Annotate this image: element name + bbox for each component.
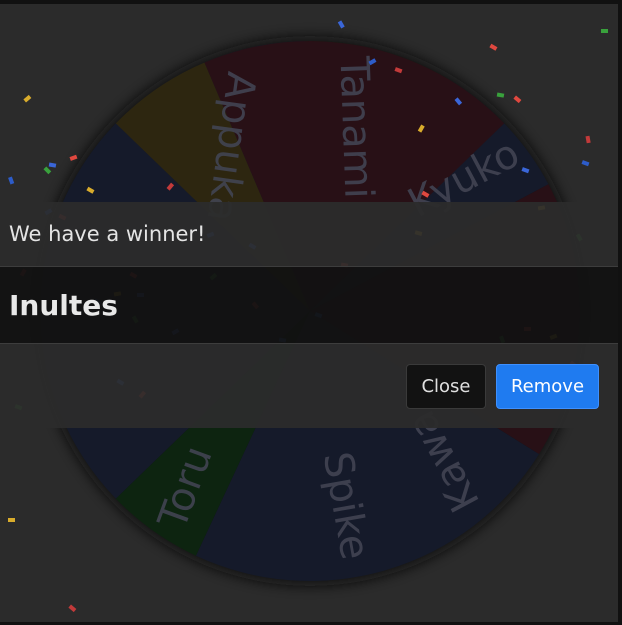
- confetti-piece: [421, 190, 430, 198]
- confetti-piece: [585, 135, 591, 144]
- dialog-header: We have a winner!: [0, 202, 618, 267]
- confetti-piece: [48, 162, 57, 168]
- close-button[interactable]: Close: [406, 364, 486, 409]
- confetti-piece: [513, 95, 522, 104]
- confetti-piece: [489, 43, 498, 51]
- confetti-piece: [43, 166, 52, 175]
- confetti-piece: [394, 67, 403, 74]
- confetti-piece: [337, 20, 345, 29]
- confetti-piece: [8, 176, 15, 185]
- confetti-piece: [8, 518, 15, 522]
- dialog-body: Inultes: [0, 267, 618, 344]
- confetti-piece: [166, 182, 175, 191]
- confetti-piece: [496, 92, 505, 98]
- dialog-footer: Close Remove: [0, 344, 618, 428]
- confetti-piece: [521, 167, 530, 174]
- remove-button[interactable]: Remove: [496, 364, 599, 409]
- confetti-piece: [368, 58, 377, 66]
- confetti-piece: [601, 29, 608, 33]
- confetti-piece: [68, 604, 77, 613]
- confetti-piece: [86, 186, 95, 194]
- confetti-piece: [417, 124, 425, 133]
- confetti-piece: [581, 160, 590, 167]
- winner-name: Inultes: [9, 289, 118, 322]
- winner-dialog: We have a winner! Inultes Close Remove: [0, 202, 618, 428]
- dialog-title: We have a winner!: [9, 222, 206, 246]
- confetti-piece: [69, 154, 78, 161]
- confetti-piece: [454, 97, 463, 106]
- confetti-piece: [23, 94, 32, 103]
